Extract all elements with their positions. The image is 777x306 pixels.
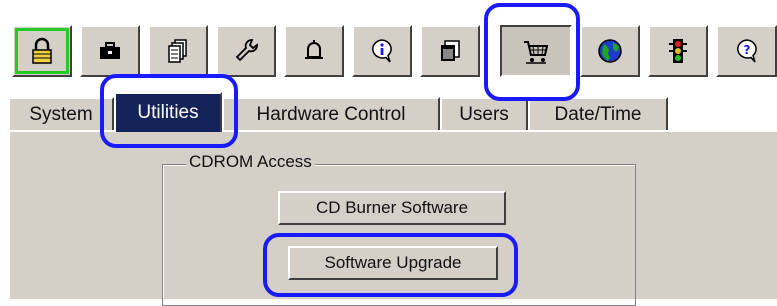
tab-users[interactable]: Users bbox=[440, 97, 528, 130]
lock-icon bbox=[32, 37, 52, 64]
svg-text:?: ? bbox=[743, 43, 750, 57]
cd-burner-software-button[interactable]: CD Burner Software bbox=[278, 191, 506, 225]
bell-button[interactable] bbox=[284, 25, 344, 77]
tab-hardware-control[interactable]: Hardware Control bbox=[222, 97, 440, 130]
tab-date-time[interactable]: Date/Time bbox=[528, 97, 668, 130]
windows-button[interactable] bbox=[420, 25, 480, 77]
info-icon bbox=[372, 39, 392, 63]
traffic-light-icon bbox=[669, 39, 687, 63]
lock-button[interactable] bbox=[12, 25, 72, 77]
documents-icon bbox=[168, 39, 187, 63]
shopping-cart-icon bbox=[524, 41, 549, 64]
toolbar: ? bbox=[12, 25, 777, 79]
traffic-light-button[interactable] bbox=[648, 25, 708, 77]
cart-button[interactable] bbox=[500, 25, 572, 77]
wrench-icon bbox=[235, 39, 258, 62]
group-legend: CDROM Access bbox=[186, 152, 315, 172]
info-button[interactable] bbox=[352, 25, 412, 77]
toolbox-button[interactable] bbox=[80, 25, 140, 77]
wrench-button[interactable] bbox=[216, 25, 276, 77]
globe-button[interactable] bbox=[580, 25, 640, 77]
tab-system[interactable]: System bbox=[8, 97, 114, 130]
documents-button[interactable] bbox=[148, 25, 208, 77]
bell-icon bbox=[305, 40, 323, 59]
help-button[interactable]: ? bbox=[716, 25, 777, 77]
globe-icon bbox=[598, 39, 622, 63]
tab-utilities[interactable]: Utilities bbox=[114, 92, 222, 132]
windows-icon bbox=[441, 40, 460, 61]
utilities-panel: CDROM Access CD Burner Software Software… bbox=[8, 130, 777, 306]
help-icon: ? bbox=[736, 39, 757, 63]
tab-row: System Utilities Hardware Control Users … bbox=[8, 92, 668, 132]
toolbox-icon bbox=[100, 42, 120, 59]
cdrom-access-group bbox=[162, 164, 636, 306]
software-upgrade-button[interactable]: Software Upgrade bbox=[288, 246, 498, 280]
